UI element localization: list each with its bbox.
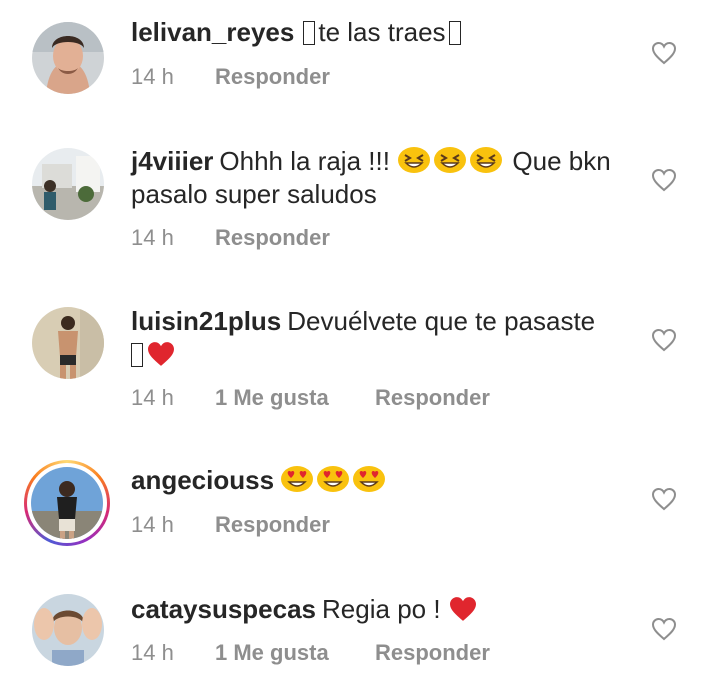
comment-time: 14 h: [131, 225, 174, 250]
avatar[interactable]: [32, 307, 104, 379]
reply-button[interactable]: Responder: [375, 640, 490, 666]
comment-body: Devuélvete que te pasaste: [287, 306, 596, 336]
heart-outline-icon[interactable]: [651, 41, 677, 65]
comment-time: 14 h: [131, 512, 174, 537]
avatar[interactable]: [32, 148, 104, 220]
reply-button[interactable]: Responder: [375, 385, 490, 411]
smiling-face-with-heart-eyes-emoji: [353, 466, 386, 492]
missing-glyph-icon: [448, 21, 461, 45]
comment-meta: 14 h Responder: [131, 225, 330, 251]
comment-username[interactable]: lelivan_reyes: [131, 17, 294, 47]
comment-body: te las traes: [318, 17, 446, 47]
comment-meta: 14 h Responder: [131, 64, 330, 90]
missing-glyph-icon: [131, 343, 143, 367]
avatar[interactable]: [31, 467, 103, 539]
comment-username[interactable]: angeciouss: [131, 465, 274, 495]
comment-username[interactable]: j4viiier: [131, 146, 213, 176]
grinning-squinting-face-emoji: [398, 147, 431, 173]
comment-body: Regia po !: [322, 594, 441, 624]
heart-outline-icon[interactable]: [651, 617, 677, 641]
comment-body: Ohhh la raja !!!: [219, 146, 390, 176]
comment-username[interactable]: luisin21plus: [131, 306, 281, 336]
smiling-face-with-heart-eyes-emoji: [317, 466, 350, 492]
comment-text: luisin21plus Devuélvete que te pasaste: [131, 305, 631, 371]
comment-text: j4viiier Ohhh la raja !!! Que bkn pasalo …: [131, 145, 631, 211]
smiling-face-with-heart-eyes-emoji: [281, 466, 314, 492]
heart-outline-icon[interactable]: [651, 487, 677, 511]
reply-button[interactable]: Responder: [215, 64, 330, 90]
comment-text: angeciouss: [131, 464, 631, 497]
avatar[interactable]: [32, 594, 104, 666]
comment-meta: 14 h Responder: [131, 512, 330, 538]
comment-text: cataysuspecas Regia po !: [131, 593, 631, 626]
comment-meta: 14 h 1 Me gusta Responder: [131, 385, 490, 411]
heart-outline-icon[interactable]: [651, 168, 677, 192]
comment-username[interactable]: cataysuspecas: [131, 594, 316, 624]
reply-button[interactable]: Responder: [215, 225, 330, 251]
comment-time: 14 h: [131, 640, 174, 665]
comment-likes[interactable]: 1 Me gusta: [215, 640, 375, 666]
avatar[interactable]: [32, 22, 104, 94]
red-heart-emoji: [148, 342, 174, 366]
red-heart-emoji: [449, 597, 476, 621]
story-ring[interactable]: [24, 460, 110, 546]
comment-likes[interactable]: 1 Me gusta: [215, 385, 375, 411]
grinning-squinting-face-emoji: [434, 147, 467, 173]
comment-time: 14 h: [131, 64, 174, 89]
reply-button[interactable]: Responder: [215, 512, 330, 538]
heart-outline-icon[interactable]: [651, 328, 677, 352]
comment-text: lelivan_reyes te las traes: [131, 16, 631, 49]
grinning-squinting-face-emoji: [470, 147, 503, 173]
comment-time: 14 h: [131, 385, 174, 410]
comment-meta: 14 h 1 Me gusta Responder: [131, 640, 490, 666]
missing-glyph-icon: [303, 21, 316, 45]
